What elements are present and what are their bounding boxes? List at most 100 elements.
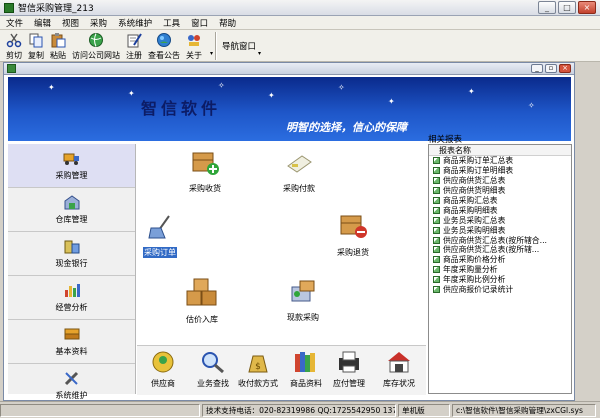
report-icon xyxy=(433,177,440,185)
list-item[interactable]: 业务员采购明细表 xyxy=(429,225,571,235)
register-button[interactable]: 注册 xyxy=(126,32,142,61)
related-reports-panel: 相关报表 报表名称 商品采购订单汇总表 商品采购订单明细表 供应商供货汇总表 供… xyxy=(428,133,572,395)
copy-button[interactable]: 复制 xyxy=(28,32,44,61)
flow-purchase-payment[interactable]: 采购付款 xyxy=(283,150,315,194)
window-controls: _ □ × xyxy=(538,1,596,14)
brand-slogan: 明智的选择，信心的保障 xyxy=(286,121,407,134)
report-icon xyxy=(433,246,440,254)
broom-order-icon xyxy=(145,214,175,243)
mdi-restore-button[interactable]: ▫ xyxy=(545,64,557,73)
shortcut-product-data[interactable]: 商品资料 xyxy=(290,350,322,389)
shortcut-inventory-status[interactable]: 库存状况 xyxy=(383,350,415,389)
toolbar: 剪切 复制 粘贴 访问公司网站 注册 查看公告 关于 ▾ 导航窗口 ▾ xyxy=(0,30,600,62)
menu-file[interactable]: 文件 xyxy=(6,17,23,29)
flow-purchase-receipt[interactable]: 采购收货 xyxy=(189,148,221,194)
mdi-child-window: _ ▫ × ✦ ✦ ✧ ✦ ✧ ✦ ✦ ✧ 智信软件 明智的选择，信心的保障 采… xyxy=(3,62,575,408)
report-icon xyxy=(433,157,440,165)
books-icon xyxy=(63,326,81,342)
menu-view[interactable]: 视图 xyxy=(62,17,79,29)
status-bar: 技术支持电话：020-82319986 QQ:1725542950 137028… xyxy=(0,401,600,418)
shortcut-bar: 供应商 业务查找 $ 收付款方式 商品资料 应付管理 库存状况 xyxy=(137,345,426,395)
visit-website-button[interactable]: 访问公司网站 xyxy=(72,32,120,61)
list-item[interactable]: 商品采购明细表 xyxy=(429,205,571,215)
mdi-close-button[interactable]: × xyxy=(559,64,571,73)
menu-window[interactable]: 窗口 xyxy=(191,17,208,29)
about-info-icon xyxy=(186,32,202,48)
menu-purchase[interactable]: 采购 xyxy=(90,17,107,29)
flow-valuation-inbound[interactable]: 估价入库 xyxy=(185,277,219,325)
payable-printer-icon xyxy=(336,350,362,374)
star-decoration: ✦ xyxy=(388,97,395,106)
nav-item-cash-bank[interactable]: 现金银行 xyxy=(8,232,135,276)
shortcut-business-search[interactable]: 业务查找 xyxy=(197,350,229,389)
warehouse-house-icon xyxy=(386,350,412,374)
list-item[interactable]: 商品采购订单汇总表 xyxy=(429,156,571,166)
star-decoration: ✦ xyxy=(48,83,55,92)
maximize-button[interactable]: □ xyxy=(558,1,576,14)
status-empty xyxy=(0,403,200,417)
list-item[interactable]: 年度采购量分析 xyxy=(429,265,571,275)
view-announcement-button[interactable]: 查看公告 xyxy=(148,32,180,61)
box-remove-icon xyxy=(338,212,368,243)
report-icon xyxy=(433,167,440,175)
report-icon xyxy=(433,256,440,264)
pen-register-icon xyxy=(126,32,142,48)
list-item[interactable]: 供应商报价记录统计 xyxy=(429,285,571,295)
shortcut-payable-management[interactable]: 应付管理 xyxy=(333,350,365,389)
cut-button[interactable]: 剪切 xyxy=(6,32,22,61)
payment-card-icon xyxy=(284,150,314,179)
list-item[interactable]: 商品采购汇总表 xyxy=(429,196,571,206)
mdi-window-icon xyxy=(7,64,16,73)
menu-tools[interactable]: 工具 xyxy=(163,17,180,29)
star-decoration: ✦ xyxy=(268,91,275,100)
list-item[interactable]: 商品采购订单明细表 xyxy=(429,166,571,176)
shortcut-supplier[interactable]: 供应商 xyxy=(150,350,176,389)
shortcut-payment-method[interactable]: $ 收付款方式 xyxy=(238,350,278,389)
mdi-minimize-button[interactable]: _ xyxy=(531,64,543,73)
star-decoration: ✦ xyxy=(468,87,475,96)
close-button[interactable]: × xyxy=(578,1,596,14)
about-button[interactable]: 关于 xyxy=(186,32,202,61)
svg-text:$: $ xyxy=(255,362,261,372)
list-item[interactable]: 供应商供货汇总表 xyxy=(429,176,571,186)
stacked-boxes-icon xyxy=(185,277,219,310)
reports-list: 报表名称 商品采购订单汇总表 商品采购订单明细表 供应商供货汇总表 供应商供货明… xyxy=(428,144,572,394)
report-icon xyxy=(433,266,440,274)
magnifier-icon xyxy=(200,350,226,374)
toolbar-overflow-icon[interactable]: ▾ xyxy=(210,50,213,57)
paste-button[interactable]: 粘贴 xyxy=(50,32,66,61)
flow-cash-purchase[interactable]: 现款采购 xyxy=(287,277,319,323)
list-item[interactable]: 供应商供货汇总表(按所辖合... xyxy=(429,235,571,245)
menu-system-maintenance[interactable]: 系统维护 xyxy=(118,17,152,29)
report-icon xyxy=(433,276,440,284)
mdi-titlebar: _ ▫ × xyxy=(4,63,574,75)
list-item[interactable]: 商品采购价格分析 xyxy=(429,255,571,265)
supplier-icon xyxy=(150,350,176,374)
list-item[interactable]: 业务员采购汇总表 xyxy=(429,215,571,225)
flow-purchase-return[interactable]: 采购退货 xyxy=(337,212,369,258)
app-icon xyxy=(4,2,14,13)
star-decoration: ✧ xyxy=(338,83,345,92)
nav-item-basic-data[interactable]: 基本资料 xyxy=(8,320,135,364)
flow-purchase-order[interactable]: 采购订单 xyxy=(143,214,177,258)
toolbar-separator xyxy=(215,32,218,60)
status-path: c:\智信软件\智信采购管理\zxCGl.sys xyxy=(452,403,596,417)
nav-item-purchase-management[interactable]: 采购管理 xyxy=(8,144,135,188)
menu-help[interactable]: 帮助 xyxy=(219,17,236,29)
nav-item-business-analysis[interactable]: 经营分析 xyxy=(8,276,135,320)
menu-edit[interactable]: 编辑 xyxy=(34,17,51,29)
nav-window-dropdown-icon[interactable]: ▾ xyxy=(258,50,261,57)
nav-window-toggle[interactable]: 导航窗口 xyxy=(222,40,256,52)
product-books-icon xyxy=(293,350,319,374)
report-icon xyxy=(433,236,440,244)
list-item[interactable]: 年度采购比例分析 xyxy=(429,275,571,285)
reports-column-header[interactable]: 报表名称 xyxy=(429,145,571,156)
nav-item-warehouse-management[interactable]: 仓库管理 xyxy=(8,188,135,232)
menu-bar: 文件 编辑 视图 采购 系统维护 工具 窗口 帮助 xyxy=(0,16,600,30)
status-mode: 单机版 xyxy=(398,403,450,417)
list-item[interactable]: 供应商供货明细表 xyxy=(429,186,571,196)
list-item[interactable]: 供应商供货汇总表(按所辖... xyxy=(429,245,571,255)
window-titlebar: 智信采购管理_213 _ □ × xyxy=(0,0,600,16)
report-icon xyxy=(433,216,440,224)
minimize-button[interactable]: _ xyxy=(538,1,556,14)
